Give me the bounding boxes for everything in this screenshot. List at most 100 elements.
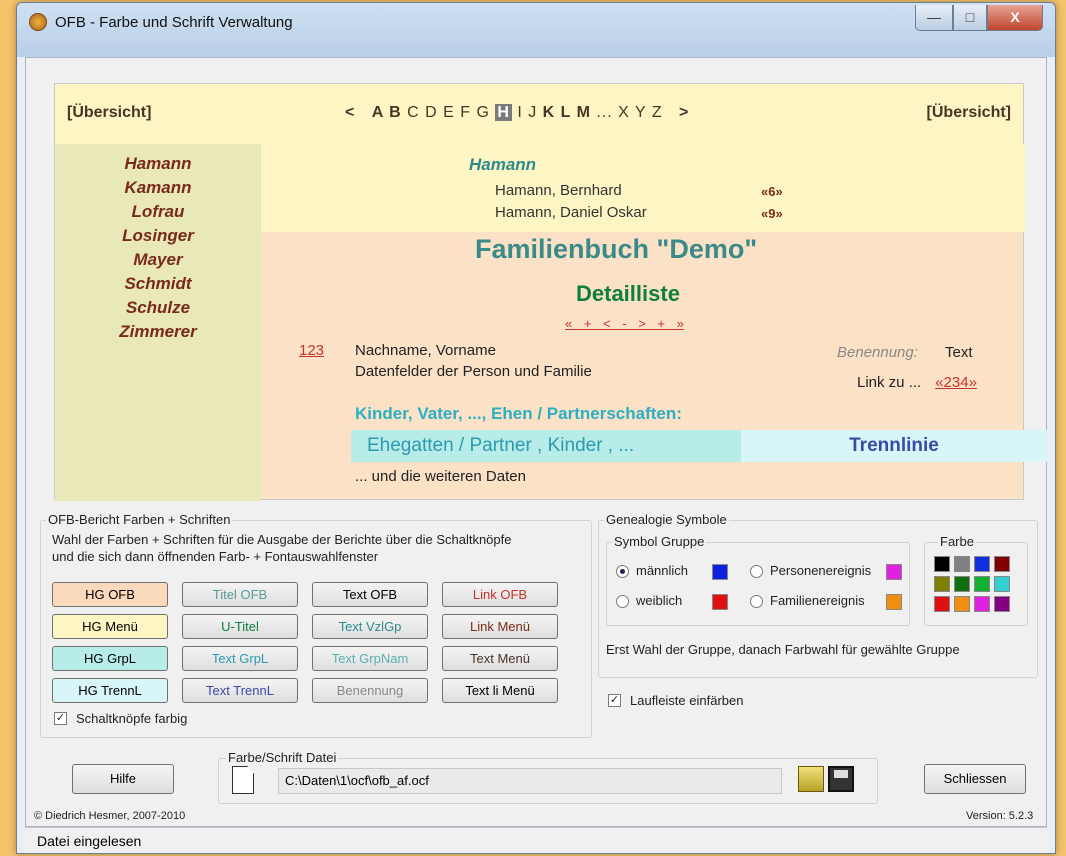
link-label: Link zu ... [857, 374, 922, 391]
palette-swatch[interactable] [974, 596, 990, 612]
palette-swatch[interactable] [934, 556, 950, 572]
palette-label: Farbe [938, 534, 976, 549]
titel-ofb-button[interactable]: Titel OFB [182, 582, 298, 607]
male-label[interactable]: männlich [636, 563, 688, 578]
letters-klm[interactable]: K L M [543, 104, 591, 121]
link-value[interactable]: «234» [935, 374, 977, 391]
text-grpl-button[interactable]: Text GrpL [182, 646, 298, 671]
text-ofb-button[interactable]: Text OFB [312, 582, 428, 607]
entry-ref[interactable]: «6» [761, 184, 783, 199]
text-vzlgp-button[interactable]: Text VzlGp [312, 614, 428, 639]
palette-swatch[interactable] [974, 556, 990, 572]
menu-name[interactable]: Mayer [55, 248, 261, 272]
book-title: Familienbuch "Demo" [475, 234, 758, 264]
text-li-menu-button[interactable]: Text li Menü [442, 678, 558, 703]
text-menu-button[interactable]: Text Menü [442, 646, 558, 671]
version-text: Version: 5.2.3 [966, 810, 1034, 822]
alphabet-navigation: [Übersicht] < A B C D E F G H I J K L M … [55, 84, 1023, 144]
palette-swatch[interactable] [934, 596, 950, 612]
overview-link-left[interactable]: [Übersicht] [67, 104, 151, 122]
link-menu-button[interactable]: Link Menü [442, 614, 558, 639]
menu-name[interactable]: Hamann [55, 152, 261, 176]
text-grpnam-button[interactable]: Text GrpNam [312, 646, 428, 671]
family-event-radio[interactable] [750, 595, 763, 608]
application-window: OFB - Farbe und Schrift Verwaltung — □ X… [16, 2, 1056, 854]
person-number-link[interactable]: 123 [299, 342, 324, 359]
palette-swatch[interactable] [954, 556, 970, 572]
menu-name[interactable]: Kamann [55, 176, 261, 200]
maximize-button[interactable]: □ [953, 5, 987, 31]
person-name-line: Nachname, Vorname [355, 342, 496, 359]
report-preview: [Übersicht] < A B C D E F G H I J K L M … [54, 83, 1047, 501]
hg-ofb-button[interactable]: HG OFB [52, 582, 168, 607]
list-navigation[interactable]: « + < - > + » [565, 316, 684, 331]
palette-swatch[interactable] [974, 576, 990, 592]
app-icon [29, 13, 47, 31]
person-event-color-swatch [886, 564, 902, 580]
entry-name: Hamann, Bernhard [495, 182, 622, 199]
hg-trennl-button[interactable]: HG TrennL [52, 678, 168, 703]
letters-c-g[interactable]: C D E F G [402, 104, 496, 121]
person-event-radio[interactable] [750, 565, 763, 578]
benennung-label: Benennung: [837, 344, 918, 361]
children-heading: Kinder, Vater, ..., Ehen / Partnerschaft… [355, 404, 682, 423]
person-fields-line: Datenfelder der Person und Familie [355, 363, 592, 380]
letter-bar: < A B C D E F G H I J K L M ... X Y Z > [345, 104, 689, 122]
family-event-label[interactable]: Familienereignis [770, 593, 865, 608]
benennung-button[interactable]: Benennung [312, 678, 428, 703]
file-path-field[interactable]: C:\Daten\1\ocf\ofb_af.ocf [278, 768, 782, 794]
palette-swatch[interactable] [934, 576, 950, 592]
link-line: Link zu ... «234» [857, 374, 977, 391]
palette-swatch[interactable] [994, 596, 1010, 612]
overview-link-right[interactable]: [Übersicht] [927, 104, 1011, 122]
link-ofb-button[interactable]: Link OFB [442, 582, 558, 607]
list-title: Detailliste [576, 281, 680, 306]
family-event-color-swatch [886, 594, 902, 610]
minimize-button[interactable]: — [915, 5, 953, 31]
menu-name[interactable]: Losinger [55, 224, 261, 248]
scrollbar-color-checkbox[interactable]: ✓ [608, 694, 621, 707]
letter-current[interactable]: H [495, 104, 512, 121]
colored-buttons-label[interactable]: Schaltknöpfe farbig [76, 711, 187, 726]
name-menu: Hamann Kamann Lofrau Losinger Mayer Schm… [55, 144, 261, 501]
title-bar: OFB - Farbe und Schrift Verwaltung — □ X [17, 3, 1055, 57]
new-file-icon[interactable] [232, 766, 254, 794]
close-window-button[interactable]: X [987, 5, 1043, 31]
copyright-text: © Diedrich Hesmer, 2007-2010 [34, 810, 186, 822]
entry-ref[interactable]: «9» [761, 206, 783, 221]
menu-name[interactable]: Schmidt [55, 272, 261, 296]
letters-ab[interactable]: A B [372, 104, 402, 121]
text-trennl-button[interactable]: Text TrennL [182, 678, 298, 703]
family-heading: Hamann [469, 155, 537, 174]
client-area: [Übersicht] < A B C D E F G H I J K L M … [25, 57, 1047, 827]
palette-swatch[interactable] [994, 576, 1010, 592]
female-label[interactable]: weiblich [636, 593, 682, 608]
colored-buttons-checkbox[interactable]: ✓ [54, 712, 67, 725]
menu-name[interactable]: Lofrau [55, 200, 261, 224]
menu-name[interactable]: Schulze [55, 296, 261, 320]
menu-name[interactable]: Zimmerer [55, 320, 261, 344]
scrollbar-color-label[interactable]: Laufleiste einfärben [630, 693, 743, 708]
genealogy-symbols-label: Genealogie Symbole [604, 512, 729, 527]
help-button[interactable]: Hilfe [72, 764, 174, 794]
female-radio[interactable] [616, 595, 629, 608]
palette-swatch[interactable] [954, 596, 970, 612]
u-titel-button[interactable]: U-Titel [182, 614, 298, 639]
hg-menu-button[interactable]: HG Menü [52, 614, 168, 639]
letters-xyz[interactable]: ... X Y Z [591, 104, 663, 121]
close-button[interactable]: Schliessen [924, 764, 1026, 794]
palette-swatch[interactable] [954, 576, 970, 592]
palette-swatch[interactable] [994, 556, 1010, 572]
save-icon[interactable] [828, 766, 854, 792]
male-radio[interactable] [616, 565, 629, 578]
open-folder-icon[interactable] [798, 766, 824, 792]
entry-name: Hamann, Daniel Oskar [495, 204, 647, 221]
male-color-swatch [712, 564, 728, 580]
more-data-line: ... und die weiteren Daten [355, 468, 526, 485]
nav-prev[interactable]: < [345, 104, 355, 121]
hg-grpl-button[interactable]: HG GrpL [52, 646, 168, 671]
group-line: Ehegatten / Partner , Kinder , ... [351, 430, 741, 462]
nav-next[interactable]: > [679, 104, 689, 121]
person-event-label[interactable]: Personenereignis [770, 563, 871, 578]
letters-ij[interactable]: I J [512, 104, 543, 121]
